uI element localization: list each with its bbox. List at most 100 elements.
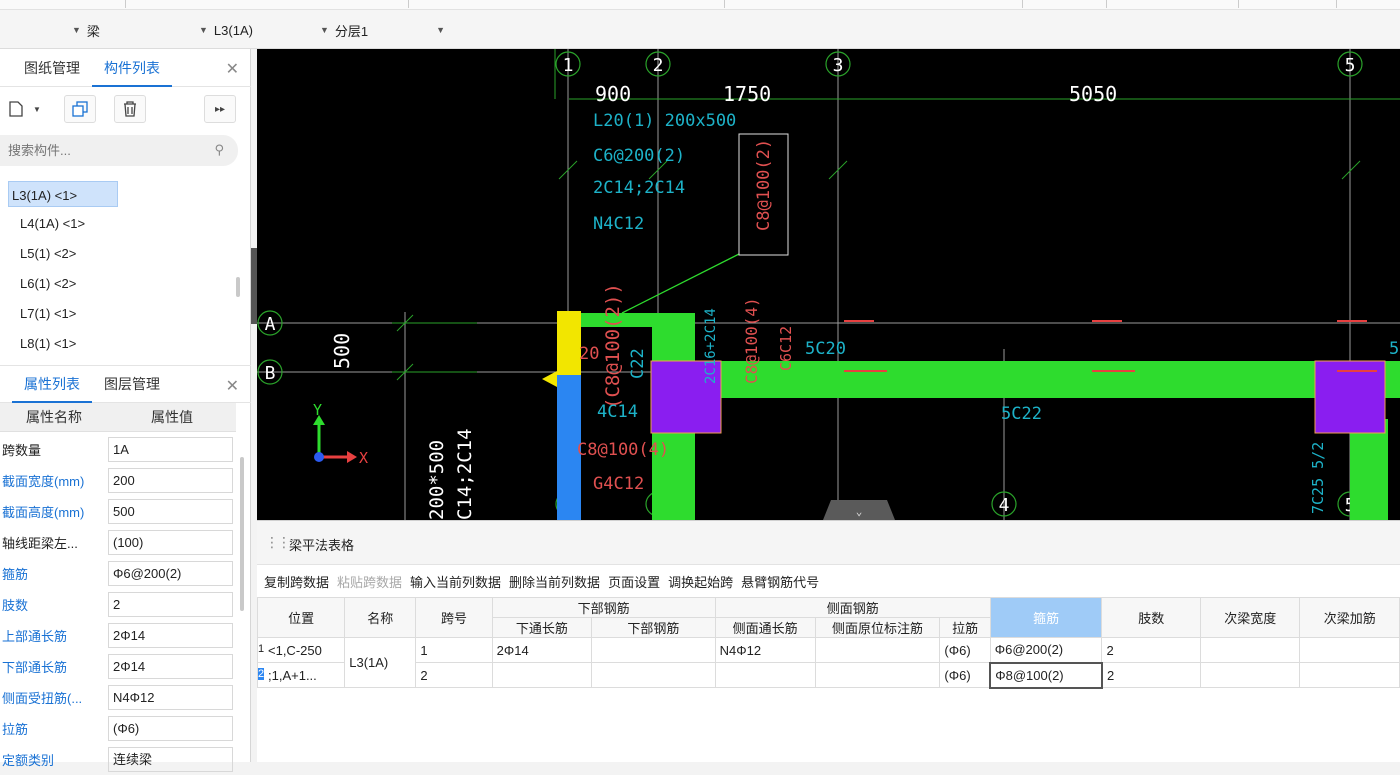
cell-legs[interactable]: 2 [1101,662,1202,688]
cell-secondary-width[interactable] [1200,662,1301,688]
layer-combo-value: 分层1 [334,23,369,39]
property-row[interactable]: 轴线距梁左... (100) [0,527,240,558]
strip-divider [408,0,409,8]
cell-secondary-add[interactable] [1299,662,1400,688]
header-secondary-width[interactable]: 次梁宽度 [1200,597,1301,638]
property-row[interactable]: 侧面受扭筋(... N4Φ12 [0,682,240,713]
cell-stirrup[interactable]: Φ6@200(2) [989,637,1103,663]
cell-bottom-long[interactable]: 2Φ14 [491,637,593,663]
cell-side-original[interactable] [814,662,941,688]
cell-bottom-bar[interactable] [591,637,716,663]
action-button[interactable]: 页面设置 [608,572,660,591]
tab-layers[interactable]: 图层管理 [92,365,172,403]
header-name[interactable]: 名称 [344,597,417,638]
tab-components[interactable]: 构件列表 [92,49,172,87]
property-value[interactable]: Φ6@200(2) [108,561,233,586]
drawing-canvas[interactable]: 1 2 3 5 A B 1 2 4 5 900 1750 5050 500 [257,49,1400,520]
header-legs[interactable]: 肢数 [1101,597,1202,638]
search-input[interactable] [0,135,200,166]
cell-bottom-long[interactable] [491,662,593,688]
property-value[interactable]: 2Φ14 [108,623,233,648]
header-stirrup[interactable]: 箍筋 [989,597,1103,638]
property-row[interactable]: 肢数 2 [0,589,240,620]
cell-stirrup-active[interactable]: Φ8@100(2) [989,661,1103,689]
new-component-icon[interactable] [0,95,32,123]
cell-name[interactable]: L3(1A) [344,637,417,688]
chevron-down-icon[interactable]: ▼ [30,95,44,123]
property-value[interactable]: 2 [108,592,233,617]
tab-drawings[interactable]: 图纸管理 [12,49,92,87]
property-value[interactable]: (100) [108,530,233,555]
property-row[interactable]: 跨数量 1A [0,434,240,465]
table-row[interactable]: 2 ;1,A+1... 2 (Φ6) Φ8@100(2) 2 [256,661,1400,689]
tab-properties[interactable]: 属性列表 [12,365,92,403]
close-icon[interactable]: ✕ [226,59,239,79]
list-item[interactable]: L5(1) <2> [8,239,118,269]
header-bottom-rebar[interactable]: 下部钢筋 [491,597,716,618]
cell-secondary-add[interactable] [1299,637,1400,663]
list-item[interactable]: L8(1) <1> [8,329,118,359]
cell-tie[interactable]: (Φ6) [939,662,991,688]
header-side-rebar[interactable]: 侧面钢筋 [714,597,991,618]
property-value[interactable]: 200 [108,468,233,493]
cell-side-long[interactable]: N4Φ12 [714,637,816,663]
cell-span[interactable]: 1 [415,637,493,663]
trash-icon[interactable] [114,95,146,123]
action-button[interactable]: 复制跨数据 [264,572,329,591]
table-row[interactable]: 1 <1,C-250 L3(1A) 1 2Φ14 N4Φ12 (Φ6) Φ6@20… [256,637,1400,688]
cell-bottom-bar[interactable] [591,662,716,688]
header-side-long[interactable]: 侧面通长筋 [714,617,816,638]
cell-side-original[interactable] [814,637,941,663]
header-side-original[interactable]: 侧面原位标注筋 [814,617,941,638]
property-row[interactable]: 下部通长筋 2Φ14 [0,651,240,682]
property-row[interactable]: 截面宽度(mm) 200 [0,465,240,496]
strip-divider [724,0,725,8]
property-row[interactable]: 定额类别 连续梁 [0,744,240,775]
close-icon[interactable]: ✕ [226,376,239,396]
chevron-down-icon[interactable]: ⌄ [856,505,863,518]
strip-divider [125,0,126,8]
drag-handle-icon[interactable]: ⋮⋮ [265,534,291,551]
property-value[interactable]: 1A [108,437,233,462]
action-button[interactable]: 删除当前列数据 [509,572,600,591]
list-item[interactable]: L6(1) <2> [8,269,118,299]
list-item[interactable]: L4(1A) <1> [8,209,118,239]
cell-legs[interactable]: 2 [1101,637,1202,663]
search-icon[interactable]: ⚲ [214,142,224,158]
list-scrollbar[interactable] [236,277,240,297]
more-icon[interactable]: ▸▸ [204,95,236,123]
label-c6c12: C6C12 [777,326,795,371]
list-item[interactable]: L3(1A) <1> [8,181,118,207]
property-value[interactable]: N4Φ12 [108,685,233,710]
type-combo[interactable]: ▼ 梁 [72,20,100,40]
header-bottom-long[interactable]: 下通长筋 [491,617,593,638]
action-button[interactable]: 粘贴跨数据 [337,572,402,591]
property-scrollbar[interactable] [240,457,244,611]
header-tie[interactable]: 拉筋 [939,617,991,638]
property-row[interactable]: 箍筋 Φ6@200(2) [0,558,240,589]
strip-divider [1022,0,1023,8]
copy-icon[interactable] [64,95,96,123]
property-row[interactable]: 截面高度(mm) 500 [0,496,240,527]
property-value[interactable]: 500 [108,499,233,524]
header-position[interactable]: 位置 [256,597,346,638]
property-value[interactable]: 连续梁 [108,747,233,772]
property-value[interactable]: (Φ6) [108,716,233,741]
action-button[interactable]: 调换起始跨 [668,572,733,591]
property-row[interactable]: 上部通长筋 2Φ14 [0,620,240,651]
property-value[interactable]: 2Φ14 [108,654,233,679]
header-secondary-add[interactable]: 次梁加筋 [1299,597,1400,638]
layer-combo[interactable]: ▼ 分层1 ▼ [320,20,451,40]
beam-horizontal-b [652,361,1400,398]
action-button[interactable]: 悬臂钢筋代号 [741,572,819,591]
component-combo[interactable]: ▼ L3(1A) [199,20,253,40]
list-item[interactable]: L7(1) <1> [8,299,118,329]
action-button[interactable]: 输入当前列数据 [410,572,501,591]
cell-side-long[interactable] [714,662,816,688]
property-row[interactable]: 拉筋 (Φ6) [0,713,240,744]
header-span[interactable]: 跨号 [415,597,493,638]
cell-tie[interactable]: (Φ6) [939,637,991,663]
header-bottom-bar[interactable]: 下部钢筋 [591,617,716,638]
cell-secondary-width[interactable] [1200,637,1301,663]
cell-span[interactable]: 2 [415,662,493,688]
